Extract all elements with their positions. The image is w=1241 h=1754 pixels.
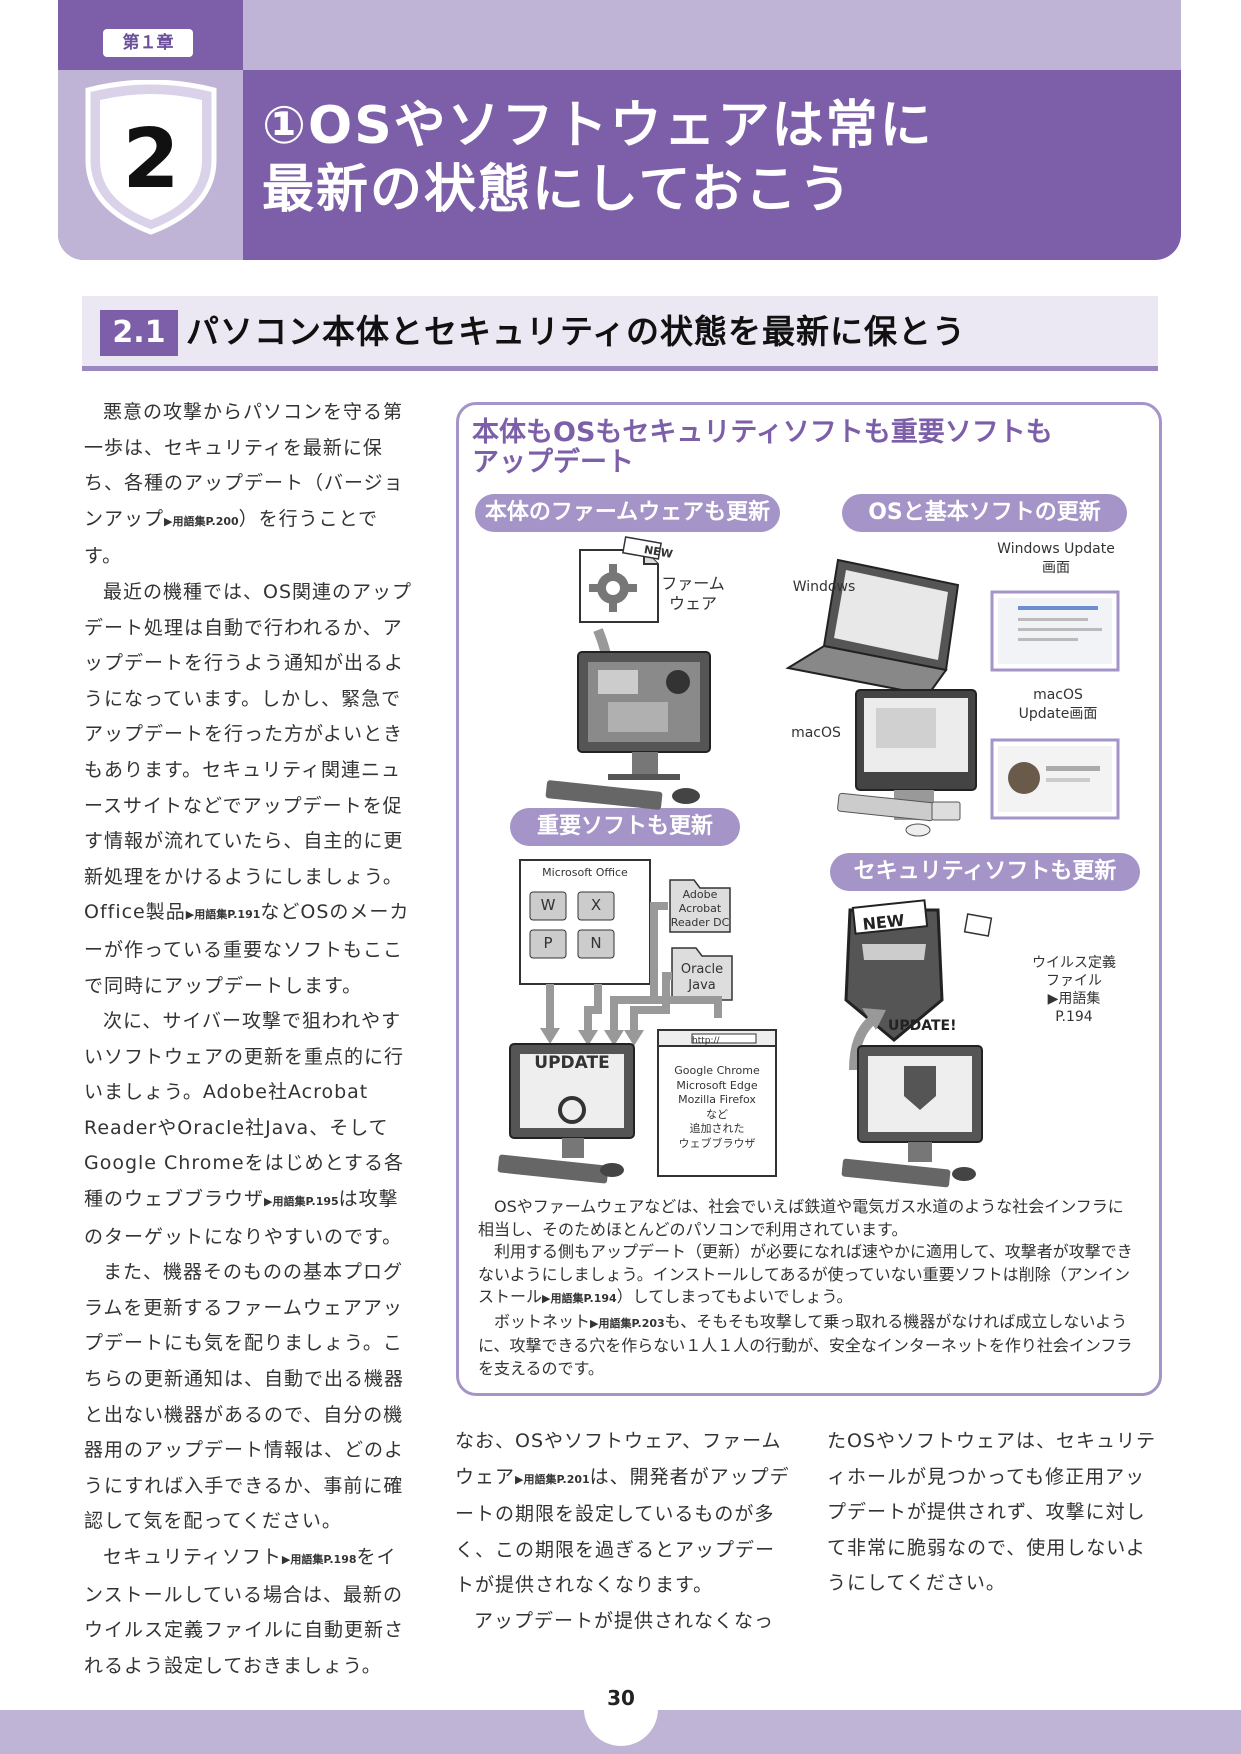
macos-imac-icon xyxy=(837,689,977,837)
text-segment: たOSやソフトウェアは、セキュリティホールが見つかっても修正用アップデートが提供… xyxy=(827,1430,1157,1595)
paragraph: アップデートが提供されなくなっ xyxy=(455,1604,790,1640)
text-segment: セキュリティソフト xyxy=(103,1546,282,1568)
firmware-label: ファーム ウェア xyxy=(661,574,725,613)
text-segment: 最近の機種では、OS関連のアップデート処理は自動で行われるか、アップデートを行う… xyxy=(84,580,413,924)
paragraph: 最近の機種では、OS関連のアップデート処理は自動で行われるか、アップデートを行う… xyxy=(84,575,414,1004)
chapter-tag: 第１章 xyxy=(103,29,193,57)
oracle-label: Oracle Java xyxy=(680,962,724,993)
paragraph: 悪意の攻撃からパソコンを守る第一歩は、セキュリティを最新に保ち、各種のアップデー… xyxy=(84,395,414,575)
chapter-number: 2 xyxy=(122,112,180,207)
paragraph: 利用する側もアップデート（更新）が必要になれば速やかに適用して、攻撃者が攻撃でき… xyxy=(478,1241,1138,1311)
office-app-word: W xyxy=(540,896,556,914)
update-screen-label: UPDATE xyxy=(534,1053,610,1073)
left-column-text: 悪意の攻撃からパソコンを守る第一歩は、セキュリティを最新に保ち、各種のアップデー… xyxy=(84,395,414,1684)
page-title: ①OSやソフトウェアは常に 最新の状態にしておこう xyxy=(262,94,1162,222)
box-title-line-2: アップデート xyxy=(472,447,634,478)
virus-definition-label: ウイルス定義 ファイル ▶用語集 P.194 xyxy=(1032,955,1116,1025)
os-update-pill: OSと基本ソフトの更新 xyxy=(842,494,1127,532)
office-app-onenote: N xyxy=(590,934,602,952)
header-top-band xyxy=(243,0,1181,70)
glossary-reference: ▶用語集P.198 xyxy=(281,1553,357,1566)
glossary-reference: ▶用語集P.201 xyxy=(515,1472,590,1486)
text-segment: OSやファームウェアなどは、社会でいえば鉄道や電気ガス水道のような社会インフラに… xyxy=(478,1197,1124,1239)
text-segment: アップデートが提供されなくなっ xyxy=(474,1609,775,1632)
text-segment: ）してしまってもよいでしょう。 xyxy=(616,1287,853,1306)
paragraph: ボットネット▶用語集P.203も、そもそも攻撃して乗っ取れる機器がなければ成立し… xyxy=(478,1311,1138,1381)
update-illustration: NEW NEW UPDATE! xyxy=(497,536,1120,1188)
office-app-excel: X xyxy=(590,896,602,914)
box-title-line-1: 本体もOSもセキュリティソフトも重要ソフトも xyxy=(472,417,1053,448)
paragraph: OSやファームウェアなどは、社会でいえば鉄道や電気ガス水道のような社会インフラに… xyxy=(478,1196,1138,1241)
browser-url: http:// xyxy=(692,1036,720,1046)
right-column-text: たOSやソフトウェアは、セキュリティホールが見つかっても修正用アップデートが提供… xyxy=(827,1424,1162,1602)
security-monitor-icon xyxy=(841,1045,983,1188)
text-segment: ボットネット xyxy=(494,1311,591,1331)
paragraph: セキュリティソフト▶用語集P.198をインストールしている場合は、最新のウイルス… xyxy=(84,1540,414,1684)
text-segment: また、機器そのものの基本プログラムを更新するファームウェアアップデートにも気を配… xyxy=(84,1261,405,1533)
glossary-reference: ▶用語集P.203 xyxy=(590,1316,665,1330)
glossary-reference: ▶用語集P.195 xyxy=(264,1195,339,1209)
office-app-powerpoint: P xyxy=(543,934,553,952)
macos-label: macOS xyxy=(791,725,841,741)
browser-list: Google Chrome Microsoft Edge Mozilla Fir… xyxy=(674,1064,760,1150)
section-number: 2.1 xyxy=(100,310,178,356)
paragraph: なお、OSやソフトウェア、ファームウェア▶用語集P.201は、開発者がアップデー… xyxy=(455,1424,790,1604)
section-title: パソコン本体とセキュリティの状態を最新に保とう xyxy=(186,312,967,351)
windows-update-screenshot xyxy=(990,590,1120,672)
box-title: 本体もOSもセキュリティソフトも重要ソフトも アップデート xyxy=(472,418,1122,478)
glossary-reference: ▶用語集P.200 xyxy=(164,514,239,528)
glossary-reference: ▶用語集P.191 xyxy=(185,908,261,922)
paragraph: 次に、サイバー攻撃で狙われやすいソフトウェアの更新を重点的に行いましょう。Ado… xyxy=(84,1004,414,1255)
paragraph: たOSやソフトウェアは、セキュリティホールが見つかっても修正用アップデートが提供… xyxy=(827,1424,1162,1602)
windows-update-label: Windows Update 画面 xyxy=(997,541,1115,576)
security-update-label: UPDATE! xyxy=(888,1018,957,1034)
text-segment: 次に、サイバー攻撃で狙われやすいソフトウェアの更新を重点的に行いましょう。Ado… xyxy=(84,1010,405,1211)
windows-label: Windows xyxy=(792,579,856,595)
macos-update-label: macOS Update画面 xyxy=(1018,687,1098,722)
paragraph: また、機器そのものの基本プログラムを更新するファームウェアアップデートにも気を配… xyxy=(84,1255,414,1540)
glossary-reference: ▶用語集P.194 xyxy=(542,1292,617,1305)
adobe-label: Adobe Acrobat Reader DC xyxy=(670,888,730,929)
page-title-line-1: ①OSやソフトウェアは常に xyxy=(262,96,934,156)
middle-column-text: なお、OSやソフトウェア、ファームウェア▶用語集P.201は、開発者がアップデー… xyxy=(455,1424,790,1640)
firmware-update-pill: 本体のファームウェアも更新 xyxy=(475,494,780,532)
page-title-line-2: 最新の状態にしておこう xyxy=(262,160,853,220)
macos-update-screenshot xyxy=(990,738,1120,820)
box-caption-text: OSやファームウェアなどは、社会でいえば鉄道や電気ガス水道のような社会インフラに… xyxy=(478,1196,1138,1380)
firmware-desktop-icon xyxy=(545,651,711,810)
page-number: 30 xyxy=(607,1686,635,1710)
ms-office-label: Microsoft Office xyxy=(542,866,628,879)
